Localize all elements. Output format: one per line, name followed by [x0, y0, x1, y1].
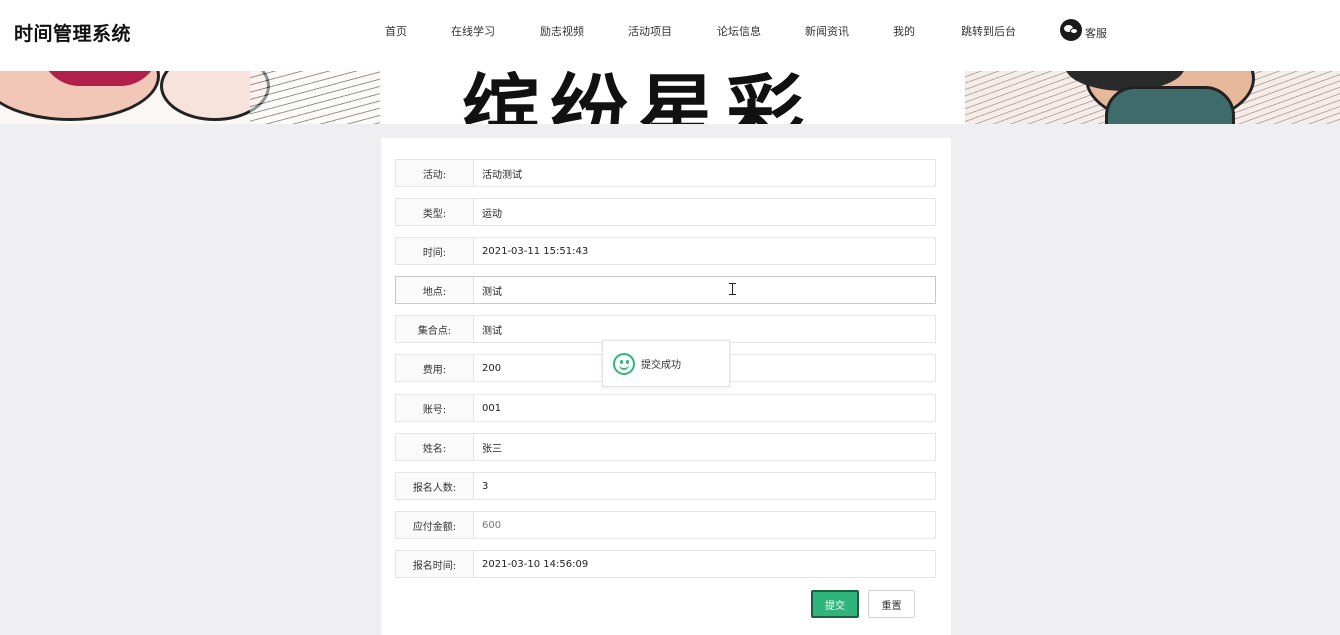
smile-icon [613, 352, 635, 375]
top-header: 时间管理系统 首页 在线学习 励志视频 活动项目 论坛信息 新闻资讯 我的 跳转… [0, 0, 1340, 71]
field-label: 费用: [396, 355, 474, 381]
banner-title-art: 缤纷星彩 [462, 71, 815, 124]
signup-time-input[interactable] [474, 551, 935, 577]
amount-due-input[interactable] [474, 512, 935, 538]
nav-item-home[interactable]: 首页 [385, 23, 407, 39]
field-label: 集合点: [396, 316, 474, 342]
time-input[interactable] [474, 238, 935, 264]
nav-item-online-learning[interactable]: 在线学习 [451, 23, 495, 39]
form-row-name: 姓名: [395, 433, 936, 461]
nav-item-inspiration-videos[interactable]: 励志视频 [540, 23, 584, 39]
field-label: 时间: [396, 238, 474, 264]
customer-service-label: 客服 [1085, 26, 1107, 40]
participants-input[interactable] [474, 473, 935, 499]
field-label: 地点: [396, 277, 474, 303]
activity-input[interactable] [474, 160, 935, 186]
banner-art-left [0, 71, 380, 124]
form-row-meeting-point: 集合点: [395, 315, 936, 343]
success-toast: 提交成功 [602, 340, 730, 387]
banner-art-right [965, 71, 1340, 124]
field-label: 活动: [396, 160, 474, 186]
nav-item-news[interactable]: 新闻资讯 [805, 23, 849, 39]
nav-item-mine[interactable]: 我的 [893, 23, 915, 39]
nav-item-admin[interactable]: 跳转到后台 [961, 23, 1016, 39]
type-input[interactable] [474, 199, 935, 225]
field-label: 应付金额: [396, 512, 474, 538]
form-row-activity: 活动: [395, 159, 936, 187]
field-label: 报名人数: [396, 473, 474, 499]
form-row-type: 类型: [395, 198, 936, 226]
form-row-signup-time: 报名时间: [395, 550, 936, 578]
form-row-time: 时间: [395, 237, 936, 265]
nav-item-forum[interactable]: 论坛信息 [717, 23, 761, 39]
location-input[interactable] [474, 277, 935, 303]
text-cursor-icon [729, 283, 736, 295]
reset-button[interactable]: 重置 [868, 590, 915, 618]
site-logo[interactable]: 时间管理系统 [14, 19, 131, 46]
field-label: 类型: [396, 199, 474, 225]
toast-message: 提交成功 [641, 360, 681, 371]
field-label: 报名时间: [396, 551, 474, 577]
name-input[interactable] [474, 434, 935, 460]
hero-banner: 缤纷星彩 [0, 71, 1340, 124]
wechat-icon [1060, 19, 1082, 41]
customer-service-link[interactable]: 客服 [1060, 19, 1107, 41]
meeting-point-input[interactable] [474, 316, 935, 342]
form-row-participants: 报名人数: [395, 472, 936, 500]
form-row-amount-due: 应付金额: [395, 511, 936, 539]
field-label: 姓名: [396, 434, 474, 460]
field-label: 账号: [396, 395, 474, 421]
form-row-account: 账号: [395, 394, 936, 422]
account-input[interactable] [474, 395, 935, 421]
submit-button[interactable]: 提交 [811, 590, 859, 618]
nav-item-activities[interactable]: 活动项目 [628, 23, 672, 39]
form-row-location: 地点: [395, 276, 936, 304]
